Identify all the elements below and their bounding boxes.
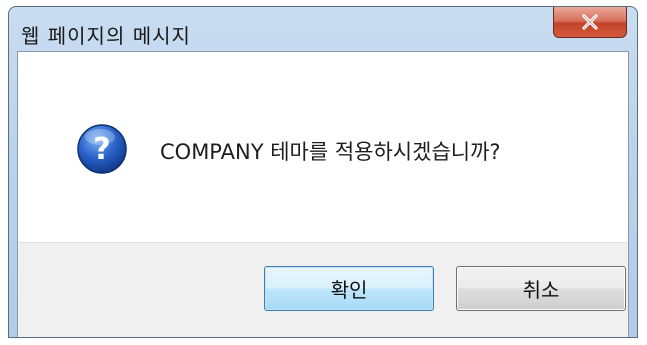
dialog-body: ? COMPANY 테마를 적용하시겠습니까? 확인 취소 <box>17 51 629 337</box>
cancel-button[interactable]: 취소 <box>456 266 626 311</box>
ok-button[interactable]: 확인 <box>264 266 434 311</box>
question-icon: ? <box>76 123 128 175</box>
window-title: 웹 페이지의 메시지 <box>21 24 191 48</box>
svg-text:?: ? <box>93 132 110 167</box>
message-area: ? COMPANY 테마를 적용하시겠습니까? <box>18 52 628 243</box>
close-button[interactable] <box>553 7 627 38</box>
message-dialog-window: 웹 페이지의 메시지 ? COMPANY 테마를 적용하시겠습니까? 확인 취소 <box>8 6 638 338</box>
title-bar[interactable]: 웹 페이지의 메시지 <box>9 7 637 51</box>
dialog-message: COMPANY 테마를 적용하시겠습니까? <box>160 140 501 164</box>
close-icon <box>582 14 598 30</box>
